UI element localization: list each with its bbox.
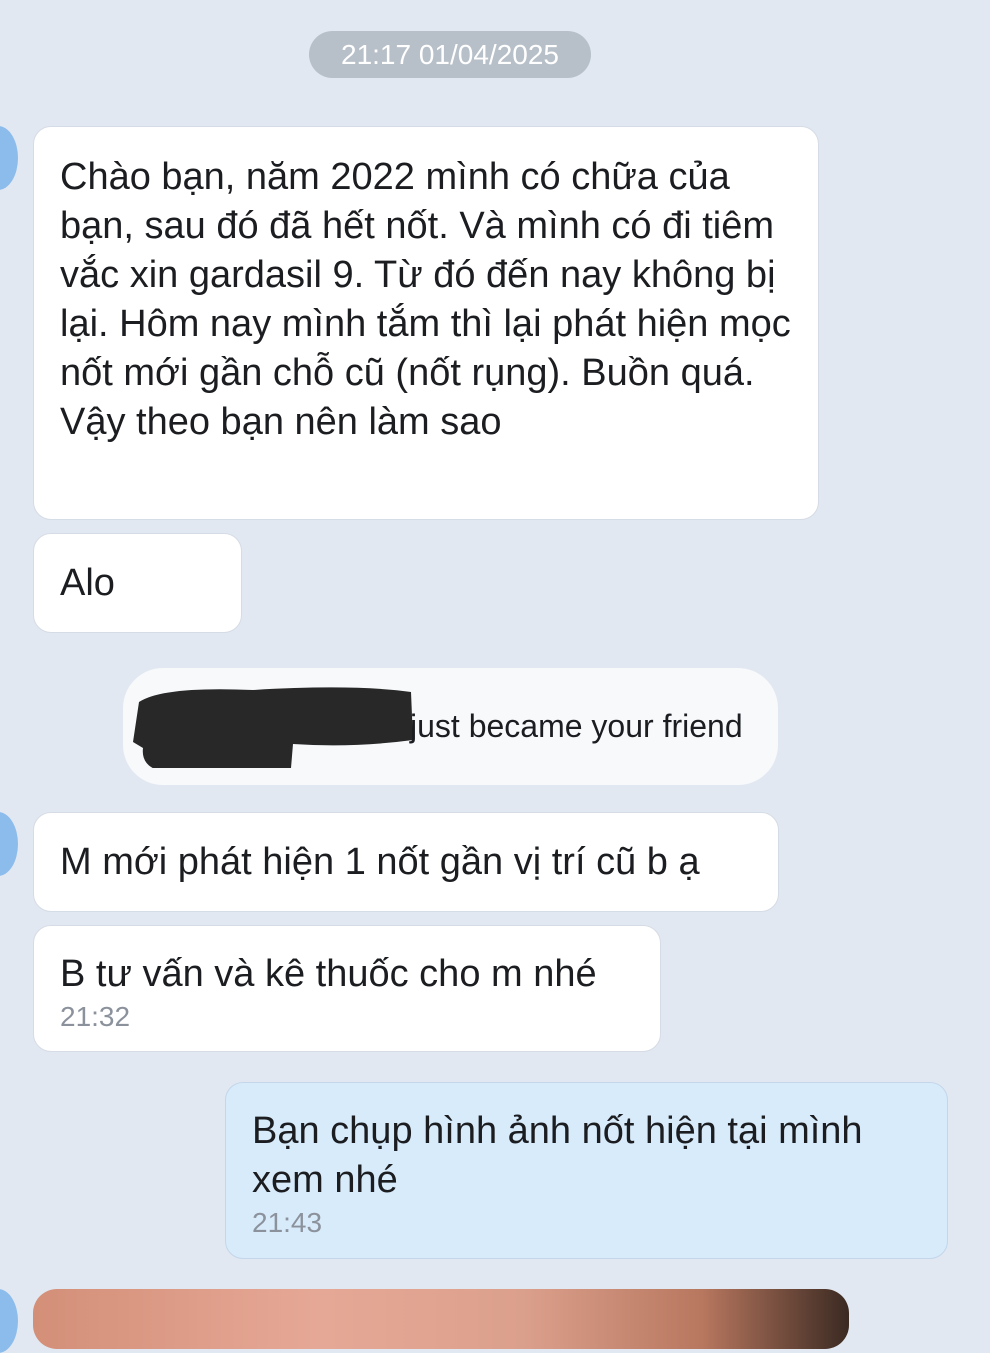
redacted-name	[133, 687, 413, 768]
friend-added-notice: just became your friend	[123, 668, 778, 785]
photo-message[interactable]	[33, 1289, 849, 1349]
sender-avatar[interactable]	[0, 126, 18, 190]
message-text: Bạn chụp hình ảnh nốt hiện tại mình xem …	[252, 1110, 863, 1201]
message-time: 21:43	[252, 1207, 323, 1238]
message-text: M mới phát hiện 1 nốt gần vị trí cũ b ạ	[60, 841, 700, 883]
sender-avatar[interactable]	[0, 1289, 18, 1353]
message-bubble-outgoing[interactable]: Bạn chụp hình ảnh nốt hiện tại mình xem …	[225, 1082, 948, 1259]
sender-avatar[interactable]	[0, 812, 18, 876]
message-bubble-incoming[interactable]: Chào bạn, năm 2022 mình có chữa của bạn,…	[33, 126, 819, 520]
message-text: Alo	[60, 562, 115, 604]
friend-notice-text: just became your friend	[410, 708, 743, 744]
message-bubble-incoming[interactable]: Alo	[33, 533, 242, 633]
message-text: B tư vấn và kê thuốc cho m nhé	[60, 953, 597, 995]
date-separator: 21:17 01/04/2025	[309, 31, 591, 78]
message-time: 21:32	[60, 1001, 131, 1032]
message-bubble-incoming[interactable]: M mới phát hiện 1 nốt gần vị trí cũ b ạ	[33, 812, 779, 912]
message-bubble-incoming[interactable]: B tư vấn và kê thuốc cho m nhé 21:32	[33, 925, 661, 1052]
message-text: Chào bạn, năm 2022 mình có chữa của bạn,…	[60, 156, 791, 443]
